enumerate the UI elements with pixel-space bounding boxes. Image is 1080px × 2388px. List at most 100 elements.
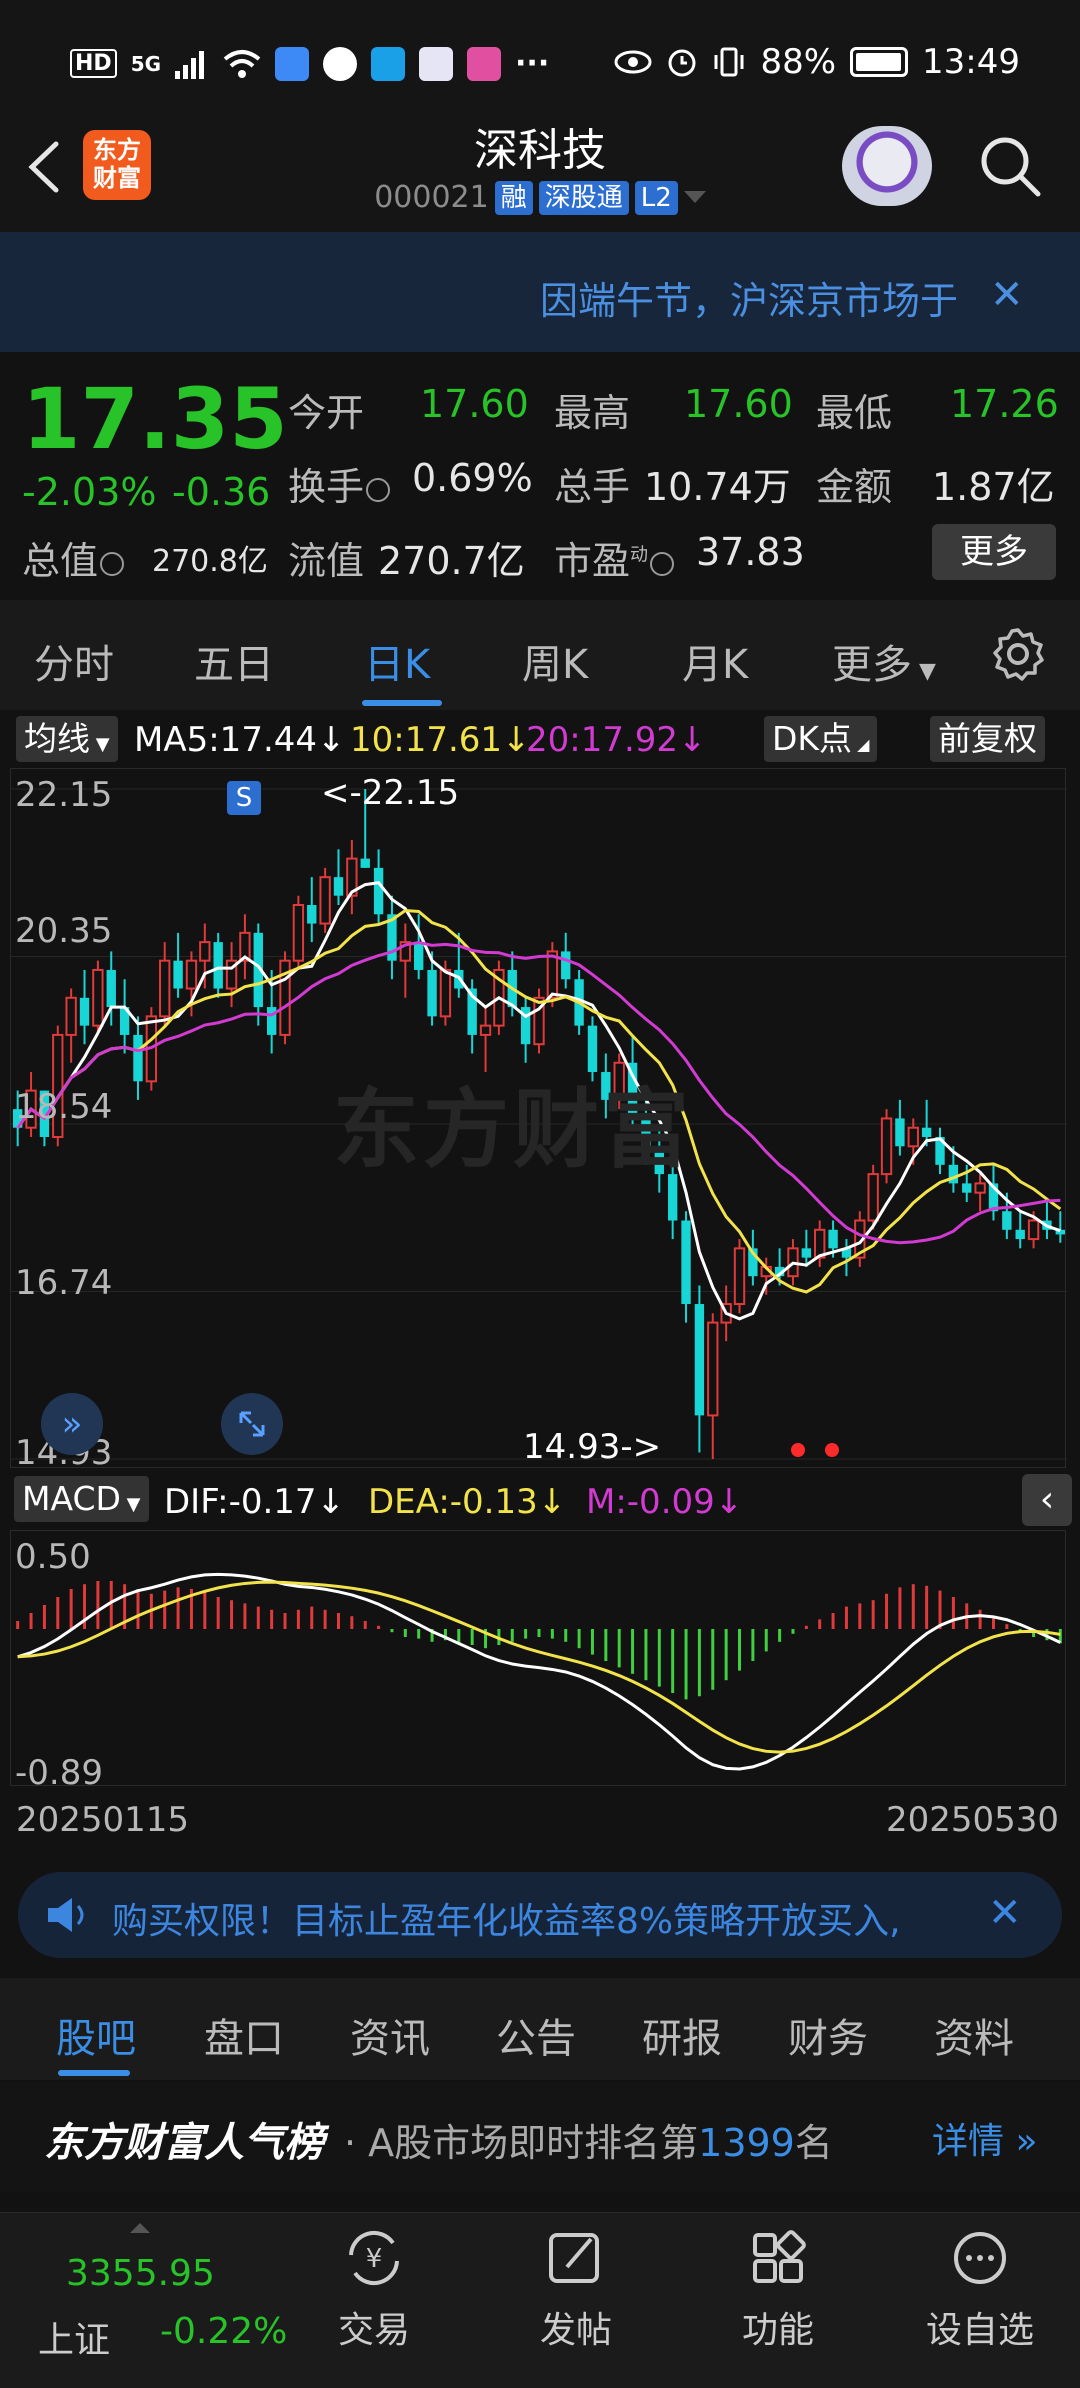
tab-weekly-k[interactable]: 周K bbox=[522, 632, 588, 690]
watermark: 东方财富 bbox=[333, 1080, 693, 1180]
tab-research[interactable]: 研报 bbox=[642, 2006, 722, 2064]
search-icon[interactable] bbox=[978, 134, 1042, 198]
candle-body bbox=[907, 1126, 919, 1148]
change-amount: -0.36 bbox=[172, 470, 271, 514]
nav-add-watchlist[interactable]: 设自选 bbox=[920, 2225, 1040, 2353]
high-value: 17.60 bbox=[684, 382, 793, 426]
tab-orderbook[interactable]: 盘口 bbox=[204, 2006, 284, 2064]
indicator-selector[interactable]: MACD ▼ bbox=[14, 1476, 149, 1522]
tab-five-day[interactable]: 五日 bbox=[194, 632, 274, 690]
date-end: 20250530 bbox=[886, 1800, 1060, 1840]
svg-text:¥: ¥ bbox=[366, 2244, 383, 2274]
status-left: HD 5G ··· bbox=[70, 46, 549, 81]
candle-body bbox=[307, 904, 317, 924]
close-icon[interactable]: ✕ bbox=[988, 1890, 1022, 1936]
nav-trade[interactable]: ¥ 交易 bbox=[314, 2225, 434, 2353]
macd-m-value: M:-0.09↓ bbox=[586, 1482, 744, 1522]
nav-post-label: 发帖 bbox=[539, 2310, 612, 2351]
dk-point-button[interactable]: DK点 ◢ bbox=[764, 716, 878, 762]
ma-selector[interactable]: 均线 ▼ bbox=[16, 716, 118, 762]
signal-icon bbox=[175, 50, 205, 79]
candle-body bbox=[974, 1182, 986, 1194]
stock-header: 东方 财富 深科技 000021 融 深股通 L2 bbox=[0, 100, 1080, 232]
candle-body bbox=[694, 1304, 705, 1416]
candle-body bbox=[79, 997, 90, 1026]
float-value: 270.7亿 bbox=[378, 539, 525, 583]
tab-monthly-k[interactable]: 月K bbox=[682, 632, 748, 690]
turnover-label[interactable]: 换手 bbox=[288, 456, 391, 511]
grid-icon bbox=[753, 2230, 806, 2283]
tab-intraday[interactable]: 分时 bbox=[34, 632, 114, 690]
candle-body bbox=[828, 1229, 838, 1249]
candle-body bbox=[159, 959, 171, 1018]
ma-legend: 均线 ▼ MA5:17.44↓ 10:17.61↓ 20:17.92↓ DK点 … bbox=[0, 712, 1080, 768]
more-button[interactable]: 更多 bbox=[932, 524, 1056, 580]
candle-body bbox=[867, 1173, 879, 1222]
nav-trade-label: 交易 bbox=[337, 2310, 410, 2351]
holiday-notice[interactable]: 因端午节，沪深京市场于 ✕ bbox=[0, 232, 1080, 352]
tab-forum[interactable]: 股吧 bbox=[56, 2006, 136, 2064]
macd-chart[interactable]: 0.50 -0.89 bbox=[10, 1530, 1066, 1793]
details-link[interactable]: 详情 » bbox=[932, 2112, 1037, 2164]
eye-icon bbox=[614, 50, 652, 74]
candle-body bbox=[1015, 1229, 1025, 1240]
assistant-robot-icon[interactable] bbox=[842, 126, 932, 206]
nav-functions[interactable]: 功能 bbox=[718, 2225, 838, 2353]
y-label-4: 16.74 bbox=[15, 1263, 113, 1303]
date-axis: 20250115 20250530 bbox=[0, 1790, 1080, 1850]
tag-connect: 深股通 bbox=[538, 180, 629, 215]
tag-l2: L2 bbox=[634, 180, 678, 215]
double-chevron-right-icon[interactable]: » bbox=[41, 1393, 103, 1455]
candle-body bbox=[681, 1220, 691, 1305]
index-change: -0.22% bbox=[160, 2311, 288, 2352]
promo-banner[interactable]: 购买权限！目标止盈年化收益率8%策略开放买入, ✕ bbox=[18, 1872, 1062, 1958]
dif-value: DIF:-0.17↓ bbox=[164, 1482, 346, 1522]
adjust-button[interactable]: 前复权 bbox=[930, 716, 1045, 762]
high-marker: <-22.15 bbox=[321, 773, 460, 813]
pe-label[interactable]: 市盈动 bbox=[554, 530, 675, 585]
tab-profile[interactable]: 资料 bbox=[934, 2006, 1014, 2064]
mktcap-label[interactable]: 总值 bbox=[22, 530, 125, 585]
candle-body bbox=[199, 941, 211, 962]
tab-announcements[interactable]: 公告 bbox=[496, 2006, 576, 2064]
candle-body bbox=[801, 1248, 812, 1258]
macd-legend: MACD ▼ DIF:-0.17↓ DEA:-0.13↓ M:-0.09↓ ‹ bbox=[0, 1470, 1080, 1528]
close-icon[interactable]: ✕ bbox=[990, 272, 1024, 318]
alarm-icon bbox=[668, 49, 696, 77]
dif-line bbox=[17, 1572, 1061, 1771]
tab-daily-k[interactable]: 日K bbox=[364, 632, 430, 690]
macd-y-top: 0.50 bbox=[15, 1537, 91, 1577]
sell-signal-marker[interactable]: S bbox=[227, 781, 261, 815]
candle-body bbox=[1002, 1211, 1012, 1230]
y-label-3: 18.54 bbox=[15, 1087, 113, 1127]
nav-post[interactable]: 发帖 bbox=[516, 2225, 636, 2353]
dea-value: DEA:-0.13↓ bbox=[368, 1482, 567, 1522]
trade-icon: ¥ bbox=[349, 2230, 399, 2286]
candle-body bbox=[707, 1321, 719, 1417]
candle-body bbox=[895, 1118, 905, 1147]
float-label: 流值 bbox=[288, 539, 365, 583]
event-dot[interactable] bbox=[791, 1443, 805, 1457]
tab-news[interactable]: 资讯 bbox=[350, 2006, 430, 2064]
more-notifications: ··· bbox=[515, 46, 550, 81]
popularity-ranking[interactable]: 东方财富人气榜 · A股市场即时排名第1399名 详情 » bbox=[0, 2082, 1080, 2192]
low-label: 最低 bbox=[816, 391, 893, 435]
candle-body bbox=[333, 877, 344, 896]
kline-chart[interactable]: 22.15 20.35 18.54 16.74 14.93 <-22.15 14… bbox=[10, 768, 1067, 1473]
candle-body bbox=[133, 1034, 143, 1082]
tab-more[interactable]: 更多 ▼ bbox=[832, 632, 936, 690]
candle-body bbox=[65, 996, 77, 1036]
candle-body bbox=[92, 968, 104, 1027]
expand-icon[interactable] bbox=[221, 1393, 283, 1455]
speaker-icon bbox=[48, 1898, 84, 1932]
event-dot[interactable] bbox=[825, 1443, 839, 1457]
amount-label: 金额 bbox=[816, 465, 893, 509]
volume-value: 10.74万 bbox=[644, 465, 791, 509]
candle-body bbox=[427, 969, 437, 1017]
collapse-chevron-icon[interactable]: ‹ bbox=[1022, 1474, 1072, 1526]
high-label: 最高 bbox=[554, 391, 631, 435]
gear-icon[interactable] bbox=[990, 626, 1046, 682]
tab-finance[interactable]: 财务 bbox=[788, 2006, 868, 2064]
caret-up-icon bbox=[130, 2223, 150, 2233]
info-icon bbox=[100, 551, 125, 576]
